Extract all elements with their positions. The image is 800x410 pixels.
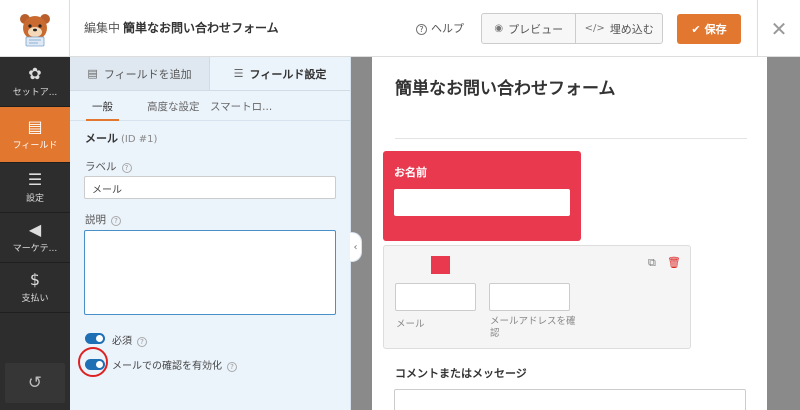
tab-field-options[interactable]: ☰ フィールド設定	[210, 57, 350, 90]
required-marker	[431, 256, 450, 274]
editing-prefix: 編集中	[84, 21, 121, 35]
field-title: メール (ID #1)	[85, 130, 157, 146]
close-icon: ✕	[770, 16, 788, 41]
help-icon: ?	[416, 24, 427, 35]
top-bar: 編集中 簡単なお問い合わせフォーム ? ヘルプ ◉ プレビュー </> 埋め込む ✔ 保存…	[0, 0, 800, 57]
nav-label-marketing: マーケテ...	[12, 243, 58, 254]
eye-icon: ◉	[494, 23, 504, 34]
sliders-icon: ☰	[233, 67, 244, 80]
field-id: (ID #1)	[121, 134, 158, 145]
email-field-preview[interactable]: ⧉ 🗑 メール メールアドレスを確認	[383, 245, 691, 349]
email-confirm-sublabel: メールアドレスを確認	[490, 316, 576, 339]
name-field-preview[interactable]: お名前	[383, 151, 581, 241]
help-icon[interactable]: ?	[121, 163, 132, 173]
highlight-circle	[78, 347, 108, 377]
nav-item-setup[interactable]: ✿ セットア...	[0, 57, 70, 107]
preview-label: プレビュー	[508, 22, 564, 36]
help-link[interactable]: ? ヘルプ	[416, 20, 464, 36]
sub-tabs: 一般 高度な設定 スマートロ...	[70, 91, 350, 121]
description-textarea[interactable]	[84, 230, 336, 315]
confirmation-label-text: メールでの確認を有効化	[112, 361, 222, 372]
required-label: 必須?	[112, 332, 147, 347]
sliders-icon: ☰	[27, 169, 43, 189]
nav-label-settings: 設定	[25, 193, 44, 204]
name-input[interactable]	[394, 189, 570, 216]
nav-item-marketing[interactable]: ◀ マーケテ...	[0, 213, 70, 263]
dollar-icon: $	[29, 269, 41, 289]
help-icon[interactable]: ?	[137, 337, 147, 347]
field-options-panel: ▤ フィールドを追加 ☰ フィールド設定 一般 高度な設定 スマートロ... メール…	[70, 57, 351, 410]
trash-icon[interactable]: 🗑	[667, 256, 681, 269]
tab-add-label: フィールドを追加	[103, 67, 192, 81]
history-icon: ↺	[27, 373, 43, 393]
description-label-text: 説明	[85, 214, 106, 226]
email-input[interactable]	[395, 283, 476, 311]
bear-logo-icon	[19, 13, 50, 46]
tab-add-fields[interactable]: ▤ フィールドを追加	[70, 57, 210, 90]
gear-icon: ✿	[28, 63, 42, 83]
subtab-general[interactable]: 一般	[86, 99, 119, 121]
megaphone-icon: ◀	[28, 219, 42, 239]
form-name: 簡単なお問い合わせフォーム	[123, 21, 279, 35]
embed-label: 埋め込む	[609, 22, 654, 36]
comment-textarea[interactable]	[394, 389, 746, 410]
nav-item-payments[interactable]: $ 支払い	[0, 263, 70, 313]
nav-label-setup: セットア...	[12, 87, 58, 98]
comment-label: コメントまたはメッセージ	[395, 367, 527, 380]
embed-button[interactable]: </> 埋め込む	[576, 14, 662, 43]
tab-settings-label: フィールド設定	[249, 67, 327, 81]
revisions-button[interactable]: ↺	[5, 363, 65, 403]
nav-item-settings[interactable]: ☰ 設定	[0, 163, 70, 213]
label-input[interactable]: メール	[84, 176, 336, 199]
panel-tabs: ▤ フィールドを追加 ☰ フィールド設定	[70, 57, 350, 91]
check-icon: ✔	[691, 22, 701, 36]
subtab-smart-logic[interactable]: スマートロ...	[210, 99, 272, 114]
editing-title: 編集中 簡単なお問い合わせフォーム	[84, 19, 279, 36]
required-toggle[interactable]	[85, 333, 105, 344]
field-name: メール	[85, 132, 118, 145]
description-label: 説明?	[85, 212, 121, 227]
nav-item-fields[interactable]: ▤ フィールド	[0, 107, 70, 163]
save-label: 保存	[704, 23, 727, 36]
preview-embed-group: ◉ プレビュー </> 埋め込む	[481, 13, 663, 44]
help-icon[interactable]: ?	[227, 362, 237, 372]
left-nav: ✿ セットア... ▤ フィールド ☰ 設定 ◀ マーケテ... $ 支払い ↺	[0, 57, 70, 410]
email-confirm-input[interactable]	[489, 283, 570, 311]
title-divider	[395, 138, 747, 139]
duplicate-icon[interactable]: ⧉	[648, 256, 656, 270]
code-icon: </>	[584, 23, 605, 34]
email-sublabel: メール	[396, 319, 425, 330]
label-input-value: メール	[92, 185, 122, 196]
preview-button[interactable]: ◉ プレビュー	[482, 14, 577, 43]
close-button[interactable]: ✕	[757, 0, 800, 57]
fields-icon: ▤	[27, 116, 43, 136]
help-label: ヘルプ	[431, 22, 464, 35]
chevron-left-icon: ‹	[353, 241, 358, 253]
form-title: 簡単なお問い合わせフォーム	[395, 79, 616, 99]
label-label: ラベル?	[85, 159, 132, 174]
name-field-label: お名前	[394, 166, 427, 179]
nav-label-payments: 支払い	[21, 293, 49, 304]
required-label-text: 必須	[112, 336, 132, 347]
save-button[interactable]: ✔ 保存	[677, 14, 741, 44]
list-icon: ▤	[87, 67, 98, 80]
label-label-text: ラベル	[85, 161, 117, 173]
logo	[0, 0, 70, 57]
collapse-panel-button[interactable]: ‹	[350, 232, 362, 262]
confirmation-label: メールでの確認を有効化?	[112, 357, 237, 372]
help-icon[interactable]: ?	[111, 216, 121, 226]
nav-label-fields: フィールド	[12, 140, 58, 151]
subtab-advanced[interactable]: 高度な設定	[147, 99, 200, 114]
